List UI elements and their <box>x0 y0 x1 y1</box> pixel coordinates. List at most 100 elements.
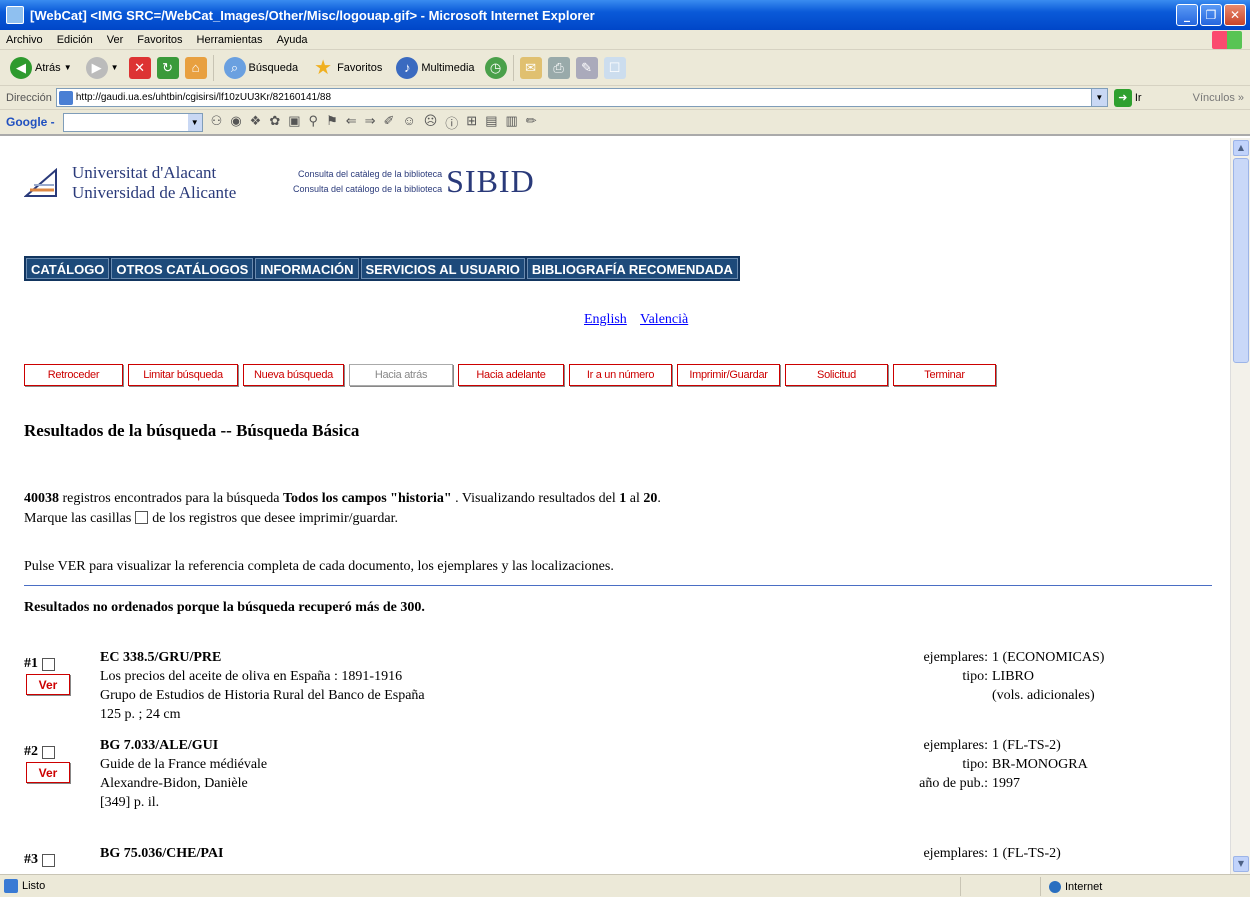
media-button[interactable]: ♪ Multimedia <box>392 53 478 83</box>
record-checkbox[interactable] <box>42 745 55 759</box>
page-icon <box>58 90 73 105</box>
meta-key: ejemplares: <box>923 650 988 665</box>
search-button[interactable]: ⌕ Búsqueda <box>220 53 303 83</box>
minimize-button[interactable]: _ <box>1176 4 1198 26</box>
vertical-scrollbar[interactable]: ▲ ▼ <box>1230 138 1250 874</box>
pencil-icon[interactable]: ✏ <box>526 113 537 132</box>
highlight-icon[interactable]: ✐ <box>384 113 395 132</box>
refresh-icon[interactable]: ↻ <box>156 56 179 79</box>
menu-favoritos[interactable]: Favoritos <box>137 34 182 46</box>
ir-a-un-numero-button[interactable]: Ir a un número <box>569 364 672 386</box>
scroll-down-icon[interactable]: ▼ <box>1233 856 1249 872</box>
history-icon[interactable]: ◷ <box>484 56 507 79</box>
scroll-up-icon[interactable]: ▲ <box>1233 140 1249 156</box>
record-call-number: BG 75.036/CHE/PAI <box>100 846 224 861</box>
record-description: [349] p. il. <box>100 795 160 810</box>
limitar-busqueda-button[interactable]: Limitar búsqueda <box>128 364 238 386</box>
toolbar-separator <box>212 54 214 81</box>
results-summary: 40038 registros encontrados para la búsq… <box>24 491 661 507</box>
menu-archivo[interactable]: Archivo <box>6 34 43 46</box>
terminar-button[interactable]: Terminar <box>893 364 996 386</box>
divider <box>24 585 1212 586</box>
blog-icon[interactable]: ▤ <box>485 113 497 132</box>
up-icon[interactable]: ⇐ <box>346 113 357 132</box>
nav-catalogo[interactable]: CATÁLOGO <box>26 258 110 279</box>
sibid-logo[interactable]: Consulta del catàleg de la biblioteca Co… <box>293 163 535 200</box>
nav-servicios[interactable]: SERVICIOS AL USUARIO <box>360 258 525 279</box>
valencia-link[interactable]: Valencià <box>640 312 688 327</box>
page-title: Resultados de la búsqueda -- Búsqueda Bá… <box>24 421 360 440</box>
meta-value: 1997 <box>992 776 1020 791</box>
translate-icon[interactable]: ⚑ <box>326 113 338 132</box>
hacia-adelante-button[interactable]: Hacia adelante <box>458 364 564 386</box>
sibid-caption-valencian: Consulta del catàleg de la biblioteca <box>298 168 443 179</box>
address-input[interactable]: http://gaudi.ua.es/uhtbin/cgisirsi/lf10z… <box>55 88 1108 107</box>
links-button[interactable]: Vínculos » <box>1193 92 1244 104</box>
home-icon[interactable]: ⌂ <box>184 56 207 79</box>
sibid-title: SIBID <box>446 163 535 199</box>
popup-icon[interactable]: ⊞ <box>466 113 477 132</box>
nav-informacion[interactable]: INFORMACIÓN <box>255 258 359 279</box>
binoculars-icon[interactable]: ⚇ <box>211 113 223 132</box>
scroll-thumb[interactable] <box>1233 158 1249 363</box>
menu-ver[interactable]: Ver <box>107 34 124 46</box>
window-title: [WebCat] <IMG SRC=/WebCat_Images/Other/M… <box>30 7 595 23</box>
record-number-row: #3 <box>24 852 55 868</box>
record-author: Grupo de Estudios de Historia Rural del … <box>100 688 425 703</box>
edit-icon[interactable]: ✎ <box>575 56 598 79</box>
ver-button[interactable]: Ver <box>26 674 70 695</box>
go-label: Ir <box>1134 91 1142 104</box>
menu-ayuda[interactable]: Ayuda <box>277 34 308 46</box>
university-name-valencian: Universitat d'Alacant <box>72 163 217 182</box>
print-icon[interactable]: ⎙ <box>547 56 570 79</box>
retroceder-button[interactable]: Retroceder <box>24 364 123 386</box>
back-button[interactable]: ◀ Atrás ▼ <box>6 53 76 83</box>
meta-key: tipo: <box>962 669 988 684</box>
forward-button[interactable]: ▶ ▼ <box>82 53 123 83</box>
mail-icon[interactable]: ✉ <box>519 56 542 79</box>
search-query: Todos los campos "historia" <box>282 491 452 506</box>
record-title: Guide de la France médiévale <box>100 757 268 772</box>
globe-icon <box>1049 880 1061 893</box>
chevron-down-icon: ▼ <box>110 63 119 72</box>
record-checkbox[interactable] <box>42 853 55 867</box>
stop-icon[interactable]: ✕ <box>128 56 151 79</box>
images-icon[interactable]: ✿ <box>269 113 280 132</box>
language-links: English Valencià <box>584 312 698 328</box>
meta-key: ejemplares: <box>923 738 988 753</box>
folder-icon[interactable]: ▥ <box>506 113 518 132</box>
solicitud-button[interactable]: Solicitud <box>785 364 888 386</box>
nueva-busqueda-button[interactable]: Nueva búsqueda <box>243 364 344 386</box>
record-checkbox[interactable] <box>42 657 55 671</box>
google-search-input[interactable]: ▼ <box>62 112 203 132</box>
favorites-button[interactable]: ★ Favoritos <box>308 53 386 83</box>
address-label: Dirección <box>6 91 52 104</box>
go-button[interactable]: ➜ Ir <box>1113 88 1142 107</box>
globe-icon[interactable]: ◉ <box>230 113 241 132</box>
english-link[interactable]: English <box>584 312 627 327</box>
result-record: #1 Ver EC 338.5/GRU/PRE Los precios del … <box>24 648 1214 722</box>
news-icon[interactable]: ❖ <box>250 113 262 132</box>
close-button[interactable]: ✕ <box>1224 4 1246 26</box>
next-icon[interactable]: ⇒ <box>365 113 376 132</box>
ver-button[interactable]: Ver <box>26 762 70 783</box>
info-icon[interactable]: ⓘ <box>445 113 458 132</box>
result-count: 40038 <box>24 491 59 506</box>
nav-bibliografia[interactable]: BIBLIOGRAFÍA RECOMENDADA <box>526 258 738 279</box>
frown-icon[interactable]: ☹ <box>424 113 438 132</box>
groups-icon[interactable]: ⚲ <box>309 113 319 132</box>
directory-icon[interactable]: ▣ <box>288 113 300 132</box>
chevron-down-icon[interactable]: ▼ <box>187 113 202 131</box>
maximize-button[interactable]: ❐ <box>1200 4 1222 26</box>
nav-otros-catalogos[interactable]: OTROS CATÁLOGOS <box>111 258 254 279</box>
google-logo[interactable]: Google - <box>6 115 55 129</box>
messenger-icon[interactable]: ☐ <box>603 56 626 79</box>
menu-edicion[interactable]: Edición <box>57 34 93 46</box>
imprimir-guardar-button[interactable]: Imprimir/Guardar <box>677 364 780 386</box>
smiley-icon[interactable]: ☺ <box>402 113 415 132</box>
menu-bar: Archivo Edición Ver Favoritos Herramient… <box>0 30 1250 50</box>
university-logo[interactable]: Universitat d'Alacant Universidad de Ali… <box>24 163 236 203</box>
summary-text-2: . Visualizando resultados del <box>451 491 620 506</box>
chevron-down-icon[interactable]: ▼ <box>1090 89 1107 106</box>
menu-herramientas[interactable]: Herramientas <box>197 34 263 46</box>
